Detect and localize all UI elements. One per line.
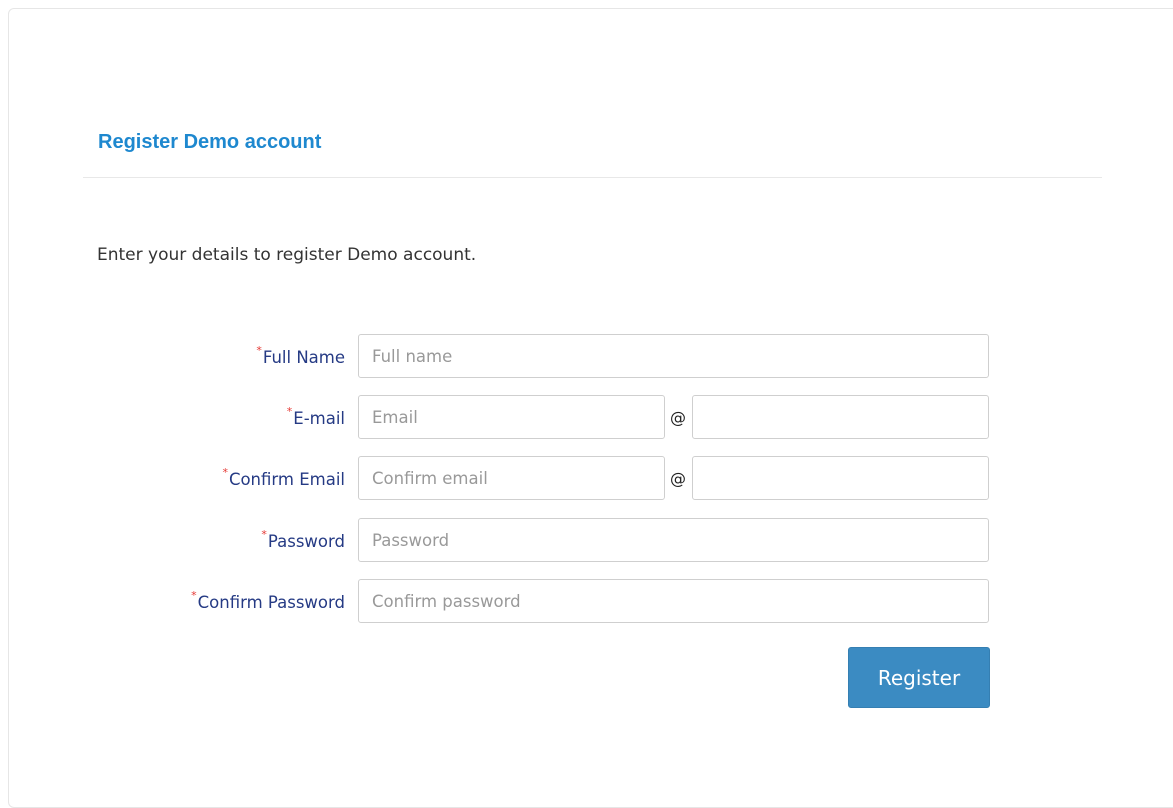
required-marker: * xyxy=(286,405,293,418)
password-row: *Password xyxy=(9,518,1109,564)
confirm-email-label: *Confirm Email xyxy=(222,466,345,489)
required-marker: * xyxy=(222,466,228,479)
confirm-email-row: *Confirm Email @ xyxy=(9,456,1109,502)
email-row: *E-mail @ xyxy=(9,395,1109,441)
register-button[interactable]: Register xyxy=(848,647,990,708)
password-label: *Password xyxy=(261,528,345,551)
full-name-input[interactable] xyxy=(358,334,989,378)
register-panel: Register Demo account Enter your details… xyxy=(8,8,1173,808)
title-divider xyxy=(83,177,1102,178)
intro-text: Enter your details to register Demo acco… xyxy=(97,245,477,265)
required-marker: * xyxy=(256,344,262,357)
confirm-password-label: *Confirm Password xyxy=(191,589,345,612)
full-name-row: *Full Name xyxy=(9,334,1109,380)
confirm-email-domain-input[interactable] xyxy=(692,456,989,500)
full-name-label: *Full Name xyxy=(256,344,345,367)
email-local-input[interactable] xyxy=(358,395,665,439)
email-domain-input[interactable] xyxy=(692,395,989,439)
required-marker: * xyxy=(191,589,197,602)
confirm-password-input[interactable] xyxy=(358,579,989,623)
email-at-symbol: @ xyxy=(670,408,686,427)
confirm-email-at-symbol: @ xyxy=(670,469,686,488)
confirm-password-row: *Confirm Password xyxy=(9,579,1109,625)
required-marker: * xyxy=(261,528,267,541)
email-label: *E-mail xyxy=(286,405,345,428)
panel-title: Register Demo account xyxy=(98,131,322,153)
confirm-email-local-input[interactable] xyxy=(358,456,665,500)
password-input[interactable] xyxy=(358,518,989,562)
